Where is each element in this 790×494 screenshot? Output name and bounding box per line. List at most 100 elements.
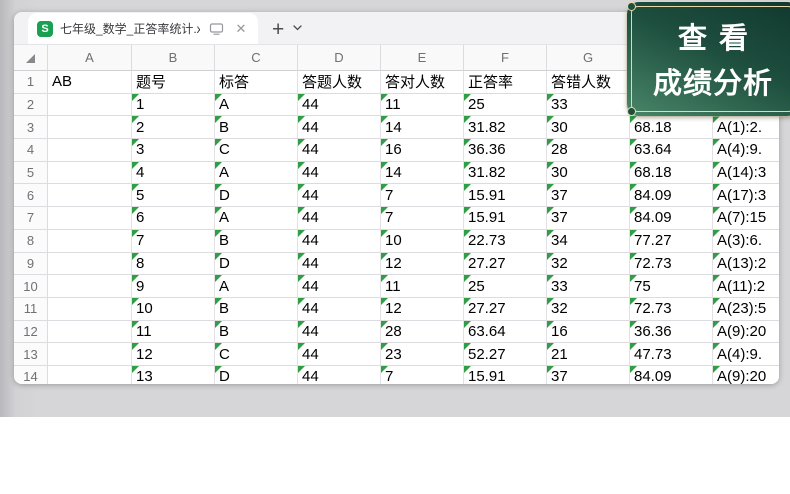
cell[interactable]: A(13):2 [713,253,779,276]
cell[interactable]: 31.82 [464,116,547,139]
row-number[interactable]: 11 [14,298,48,321]
select-all-corner[interactable] [14,45,48,71]
cell[interactable]: 52.27 [464,343,547,366]
cell[interactable]: 16 [381,139,464,162]
row-number[interactable]: 8 [14,230,48,253]
view-score-analysis-badge[interactable]: 查看 成绩分析 [627,2,790,116]
cell[interactable]: 14 [381,162,464,185]
row-number[interactable]: 2 [14,94,48,117]
cell[interactable]: 63.64 [464,321,547,344]
cell[interactable]: A(4):9. [713,343,779,366]
cell[interactable]: 23 [381,343,464,366]
cell[interactable] [48,321,132,344]
cell[interactable]: 75 [630,275,713,298]
cell[interactable]: C [215,139,298,162]
column-header-F[interactable]: F [464,45,547,71]
cell[interactable]: 44 [298,207,381,230]
cell[interactable] [48,343,132,366]
cell[interactable] [48,230,132,253]
cell[interactable]: A [215,94,298,117]
cell[interactable]: 36.36 [464,139,547,162]
cell[interactable]: A(3):6. [713,230,779,253]
cell[interactable] [48,139,132,162]
cell[interactable]: A(9):20 [713,321,779,344]
cell[interactable]: 68.18 [630,162,713,185]
column-header-G[interactable]: G [547,45,630,71]
new-tab-plus-icon[interactable]: + [272,19,284,40]
cell[interactable]: 44 [298,139,381,162]
cell[interactable]: 11 [381,94,464,117]
cell[interactable]: B [215,116,298,139]
cell[interactable]: 44 [298,366,381,384]
cell[interactable]: 44 [298,298,381,321]
row-number[interactable]: 10 [14,275,48,298]
cell[interactable]: 4 [132,162,215,185]
cell[interactable]: 2 [132,116,215,139]
cell[interactable]: D [215,366,298,384]
cell[interactable]: 答对人数 [381,71,464,94]
cell[interactable]: 47.73 [630,343,713,366]
cell[interactable]: 37 [547,366,630,384]
cell[interactable]: 答错人数 [547,71,630,94]
cell[interactable]: C [215,343,298,366]
cell[interactable] [48,366,132,384]
cell[interactable]: 标答 [215,71,298,94]
cell[interactable]: 44 [298,162,381,185]
row-number[interactable]: 4 [14,139,48,162]
cell[interactable]: B [215,321,298,344]
column-header-D[interactable]: D [298,45,381,71]
row-number[interactable]: 1 [14,71,48,94]
cell[interactable]: 题号 [132,71,215,94]
row-number[interactable]: 3 [14,116,48,139]
cell[interactable]: A(4):9. [713,139,779,162]
tab-list-chevron-icon[interactable] [293,18,302,36]
cell[interactable]: 32 [547,298,630,321]
cell[interactable]: A(23):5 [713,298,779,321]
cell[interactable]: A(1):2. [713,116,779,139]
cell[interactable]: 答题人数 [298,71,381,94]
row-number[interactable]: 5 [14,162,48,185]
cell[interactable]: A [215,207,298,230]
cell[interactable]: 28 [547,139,630,162]
column-header-C[interactable]: C [215,45,298,71]
cell[interactable]: 30 [547,116,630,139]
cell[interactable]: 36.36 [630,321,713,344]
cell[interactable]: A [215,275,298,298]
cell[interactable] [48,253,132,276]
cell[interactable]: 72.73 [630,298,713,321]
cell[interactable]: 7 [381,366,464,384]
cell[interactable]: 11 [132,321,215,344]
cell[interactable]: 44 [298,321,381,344]
cell[interactable]: 77.27 [630,230,713,253]
cell[interactable]: 25 [464,275,547,298]
cell[interactable]: 13 [132,366,215,384]
cell[interactable] [48,116,132,139]
cell[interactable]: 28 [381,321,464,344]
cell[interactable]: B [215,298,298,321]
cell[interactable]: 33 [547,275,630,298]
cell[interactable]: 12 [132,343,215,366]
cell[interactable]: 68.18 [630,116,713,139]
cell[interactable]: 10 [132,298,215,321]
cell[interactable]: 44 [298,253,381,276]
cell[interactable]: 1 [132,94,215,117]
row-number[interactable]: 14 [14,366,48,384]
cell[interactable]: A(14):3 [713,162,779,185]
cell[interactable]: 7 [381,184,464,207]
cell[interactable]: 22.73 [464,230,547,253]
cell[interactable]: 3 [132,139,215,162]
cell[interactable]: AB [48,71,132,94]
cell[interactable]: 72.73 [630,253,713,276]
cell[interactable]: 16 [547,321,630,344]
cell[interactable]: D [215,184,298,207]
cell[interactable]: 84.09 [630,366,713,384]
cell[interactable]: 6 [132,207,215,230]
cell[interactable]: 14 [381,116,464,139]
cell[interactable]: 15.91 [464,184,547,207]
cell[interactable]: 15.91 [464,366,547,384]
cell[interactable]: 11 [381,275,464,298]
cell[interactable]: 63.64 [630,139,713,162]
cell[interactable]: 84.09 [630,184,713,207]
cell[interactable]: 44 [298,230,381,253]
cell[interactable]: 37 [547,207,630,230]
